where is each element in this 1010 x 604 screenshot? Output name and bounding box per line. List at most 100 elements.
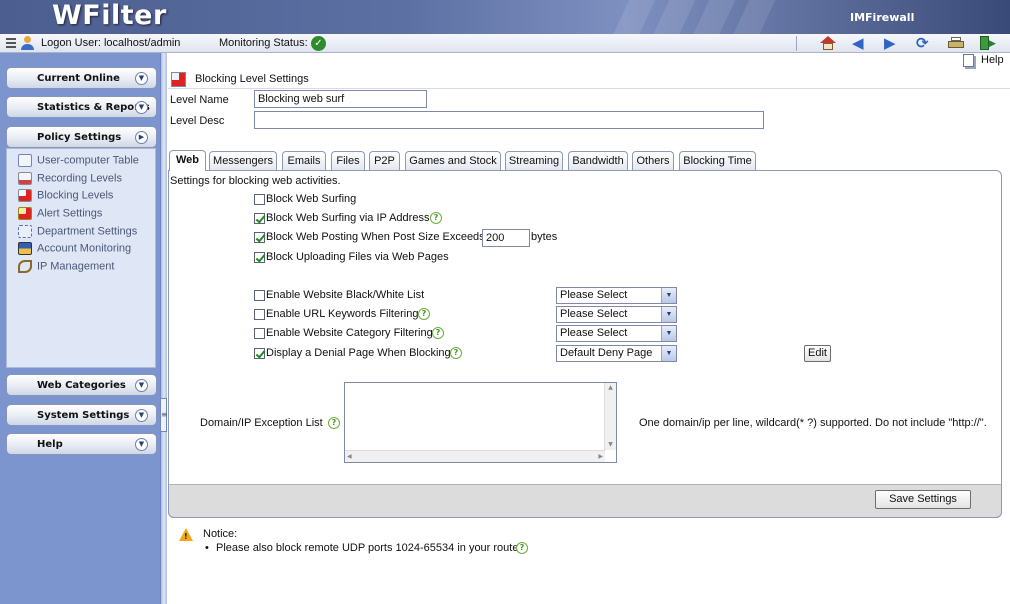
user-icon bbox=[21, 36, 34, 50]
level-name-label: Level Name bbox=[170, 94, 229, 106]
dropdown-arrow-icon: ▼ bbox=[661, 288, 676, 303]
chevron-down-icon: ▼ bbox=[135, 101, 148, 114]
menu-icon[interactable] bbox=[6, 38, 16, 48]
block-uploading-label: Block Uploading Files via Web Pages bbox=[266, 251, 449, 263]
sidebar-item-ip-management[interactable]: IP Management bbox=[18, 260, 114, 273]
monitoring-status-label: Monitoring Status: bbox=[219, 37, 308, 49]
sidebar-item-department-settings[interactable]: Department Settings bbox=[18, 225, 137, 238]
nav-current-online[interactable]: Current Online ▼ bbox=[6, 67, 157, 89]
blocking-icon bbox=[18, 189, 32, 202]
sidebar-item-blocking-levels[interactable]: Blocking Levels bbox=[18, 189, 113, 202]
nav-statistics-label: Statistics & Reports bbox=[37, 102, 150, 113]
nav-policy-settings[interactable]: Policy Settings ▶ bbox=[6, 126, 157, 148]
help-doc-icon[interactable] bbox=[963, 54, 974, 67]
black-white-list-checkbox[interactable] bbox=[254, 290, 265, 301]
help-icon[interactable]: ? bbox=[418, 308, 430, 320]
refresh-icon[interactable]: ⟳ bbox=[916, 36, 932, 51]
nav-help[interactable]: Help ▼ bbox=[6, 433, 157, 455]
sidebar-item-label: Account Monitoring bbox=[37, 242, 132, 255]
collapse-handle[interactable]: ≡ bbox=[160, 398, 168, 432]
logout-icon[interactable]: ▶ bbox=[980, 36, 996, 51]
category-filtering-label: Enable Website Category Filtering bbox=[266, 327, 433, 339]
nav-web-categories[interactable]: Web Categories ▼ bbox=[6, 374, 157, 396]
sidebar-item-label: Alert Settings bbox=[37, 207, 103, 220]
url-keywords-label: Enable URL Keywords Filtering bbox=[266, 308, 419, 320]
block-web-surfing-label: Block Web Surfing bbox=[266, 193, 357, 205]
exception-list-textarea[interactable]: ▲ ▼ ◀ ▶ bbox=[344, 382, 617, 463]
help-icon[interactable]: ? bbox=[328, 417, 340, 429]
chevron-right-icon: ▶ bbox=[135, 131, 148, 144]
help-icon[interactable]: ? bbox=[450, 347, 462, 359]
help-icon[interactable]: ? bbox=[432, 327, 444, 339]
sidebar-item-label: User-computer Table bbox=[37, 154, 139, 167]
post-size-input[interactable]: 200 bbox=[482, 229, 530, 247]
url-keywords-checkbox[interactable] bbox=[254, 309, 265, 320]
print-icon[interactable] bbox=[948, 36, 964, 51]
url-keywords-select[interactable]: Please Select ▼ bbox=[556, 306, 677, 323]
notice-bullet: • bbox=[205, 542, 209, 554]
save-settings-button[interactable]: Save Settings bbox=[875, 490, 971, 509]
sidebar-item-label: Recording Levels bbox=[37, 172, 122, 185]
tab-messengers[interactable]: Messengers bbox=[209, 151, 277, 170]
exception-list-label: Domain/IP Exception List bbox=[200, 417, 323, 429]
level-desc-input[interactable] bbox=[254, 111, 764, 129]
tab-others[interactable]: Others bbox=[632, 151, 674, 170]
exception-hint: One domain/ip per line, wildcard(* ?) su… bbox=[639, 417, 987, 429]
block-uploading-checkbox[interactable] bbox=[254, 252, 265, 263]
nav-system-settings[interactable]: System Settings ▼ bbox=[6, 404, 157, 426]
sidebar-item-recording-levels[interactable]: Recording Levels bbox=[18, 172, 122, 185]
sidebar-item-account-monitoring[interactable]: Account Monitoring bbox=[18, 242, 131, 255]
ip-tools-icon bbox=[18, 260, 32, 273]
tab-p2p[interactable]: P2P bbox=[369, 151, 400, 170]
sidebar-item-user-computer-table[interactable]: User-computer Table bbox=[18, 154, 139, 167]
help-icon[interactable]: ? bbox=[516, 542, 528, 554]
help-icon[interactable]: ? bbox=[430, 212, 442, 224]
post-size-unit: bytes bbox=[531, 231, 558, 243]
page-title: Blocking Level Settings bbox=[195, 73, 309, 85]
sidebar-splitter[interactable] bbox=[160, 53, 167, 604]
chevron-down-icon: ▼ bbox=[135, 379, 148, 392]
nav-statistics[interactable]: Statistics & Reports ▼ bbox=[6, 96, 157, 118]
vertical-scrollbar[interactable]: ▲ ▼ bbox=[604, 383, 616, 450]
tab-emails[interactable]: Emails bbox=[282, 151, 326, 170]
denial-page-select[interactable]: Default Deny Page ▼ bbox=[556, 345, 677, 362]
tab-web[interactable]: Web bbox=[169, 150, 206, 171]
category-filtering-select[interactable]: Please Select ▼ bbox=[556, 325, 677, 342]
block-web-posting-checkbox[interactable] bbox=[254, 232, 265, 243]
status-ok-icon: ✓ bbox=[311, 36, 326, 51]
block-web-surfing-checkbox[interactable] bbox=[254, 194, 265, 205]
level-name-input[interactable]: Blocking web surf bbox=[254, 90, 427, 108]
denial-page-checkbox[interactable] bbox=[254, 348, 265, 359]
tab-files[interactable]: Files bbox=[331, 151, 365, 170]
help-link[interactable]: Help bbox=[981, 54, 1004, 66]
tab-streaming[interactable]: Streaming bbox=[505, 151, 563, 170]
tab-games-and-stock[interactable]: Games and Stock bbox=[405, 151, 501, 170]
nav-system-settings-label: System Settings bbox=[37, 410, 130, 421]
home-icon[interactable] bbox=[820, 36, 836, 51]
department-icon bbox=[18, 225, 32, 238]
level-desc-label: Level Desc bbox=[170, 115, 225, 127]
select-value: Default Deny Page bbox=[560, 347, 653, 359]
nav-current-online-label: Current Online bbox=[37, 73, 120, 84]
tab-bandwidth[interactable]: Bandwidth bbox=[568, 151, 628, 170]
horizontal-scrollbar[interactable]: ◀ ▶ bbox=[345, 450, 605, 462]
tab-blocking-time[interactable]: Blocking Time bbox=[679, 151, 756, 170]
brand-label: IMFirewall bbox=[850, 11, 915, 24]
forward-icon[interactable]: ▶ bbox=[884, 36, 900, 51]
chevron-down-icon: ▼ bbox=[135, 438, 148, 451]
notice-title: Notice: bbox=[203, 528, 238, 540]
app-logo: WFilter bbox=[52, 0, 167, 31]
nav-help-label: Help bbox=[37, 439, 63, 450]
block-ip-surfing-checkbox[interactable] bbox=[254, 213, 265, 224]
edit-button[interactable]: Edit bbox=[804, 345, 831, 362]
blocking-level-icon bbox=[171, 72, 186, 87]
dropdown-arrow-icon: ▼ bbox=[661, 307, 676, 322]
category-filtering-checkbox[interactable] bbox=[254, 328, 265, 339]
sidebar-item-label: IP Management bbox=[37, 260, 115, 273]
alert-icon bbox=[18, 207, 32, 220]
sidebar-item-alert-settings[interactable]: Alert Settings bbox=[18, 207, 102, 220]
back-icon[interactable]: ◀ bbox=[852, 36, 868, 51]
block-ip-surfing-label: Block Web Surfing via IP Address bbox=[266, 212, 430, 224]
select-value: Please Select bbox=[560, 289, 628, 301]
black-white-list-select[interactable]: Please Select ▼ bbox=[556, 287, 677, 304]
